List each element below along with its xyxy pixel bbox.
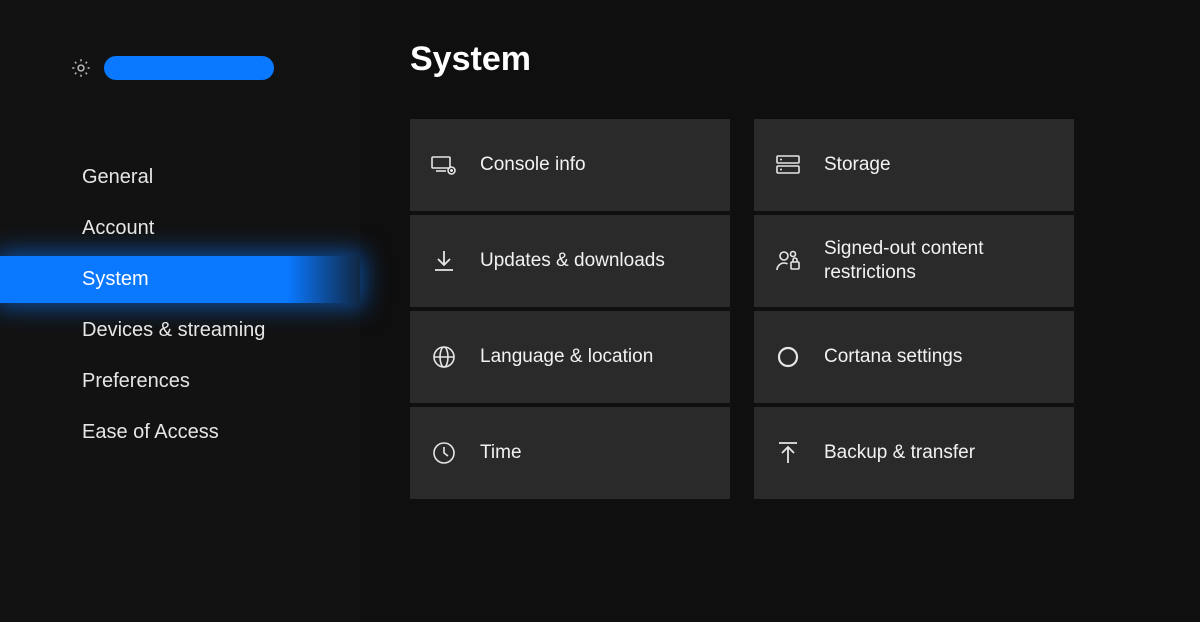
tile-signed-out-content-restrictions[interactable]: Signed-out content restrictions xyxy=(754,215,1074,307)
settings-sidebar: General Account System Devices & streami… xyxy=(0,0,360,622)
sidebar-item-label: System xyxy=(82,268,149,290)
tile-label: Cortana settings xyxy=(824,345,962,369)
main-content: System Console info xyxy=(360,0,1200,622)
tile-label: Backup & transfer xyxy=(824,441,975,465)
sidebar-item-general[interactable]: General xyxy=(0,154,360,201)
console-info-icon xyxy=(430,151,458,179)
sidebar-item-label: Devices & streaming xyxy=(82,319,265,341)
tile-language-location[interactable]: Language & location xyxy=(410,311,730,403)
globe-icon xyxy=(430,343,458,371)
tile-console-info[interactable]: Console info xyxy=(410,119,730,211)
sidebar-item-ease-of-access[interactable]: Ease of Access xyxy=(0,409,360,456)
sidebar-item-label: Preferences xyxy=(82,370,190,392)
tile-label: Language & location xyxy=(480,345,653,369)
tile-label: Console info xyxy=(480,153,586,177)
tile-cortana-settings[interactable]: Cortana settings xyxy=(754,311,1074,403)
sidebar-item-label: Ease of Access xyxy=(82,421,219,443)
sidebar-item-label: Account xyxy=(82,217,154,239)
sidebar-header xyxy=(0,52,360,84)
tile-label: Updates & downloads xyxy=(480,249,665,273)
sidebar-item-preferences[interactable]: Preferences xyxy=(0,358,360,405)
tile-storage[interactable]: Storage xyxy=(754,119,1074,211)
tile-label: Signed-out content restrictions xyxy=(824,237,1056,285)
tile-updates-downloads[interactable]: Updates & downloads xyxy=(410,215,730,307)
sidebar-item-label: General xyxy=(82,166,153,188)
storage-icon xyxy=(774,151,802,179)
upload-icon xyxy=(774,439,802,467)
clock-icon xyxy=(430,439,458,467)
cortana-icon xyxy=(774,343,802,371)
profile-pill[interactable] xyxy=(104,56,274,80)
sidebar-item-devices-streaming[interactable]: Devices & streaming xyxy=(0,307,360,354)
gear-icon xyxy=(70,57,92,79)
people-lock-icon xyxy=(774,247,802,275)
sidebar-item-account[interactable]: Account xyxy=(0,205,360,252)
tile-label: Storage xyxy=(824,153,891,177)
settings-tiles: Console info Storage xyxy=(410,119,1160,499)
tile-label: Time xyxy=(480,441,522,465)
tile-time[interactable]: Time xyxy=(410,407,730,499)
download-icon xyxy=(430,247,458,275)
tile-backup-transfer[interactable]: Backup & transfer xyxy=(754,407,1074,499)
page-title: System xyxy=(410,40,1160,79)
sidebar-item-system[interactable]: System xyxy=(0,256,360,303)
